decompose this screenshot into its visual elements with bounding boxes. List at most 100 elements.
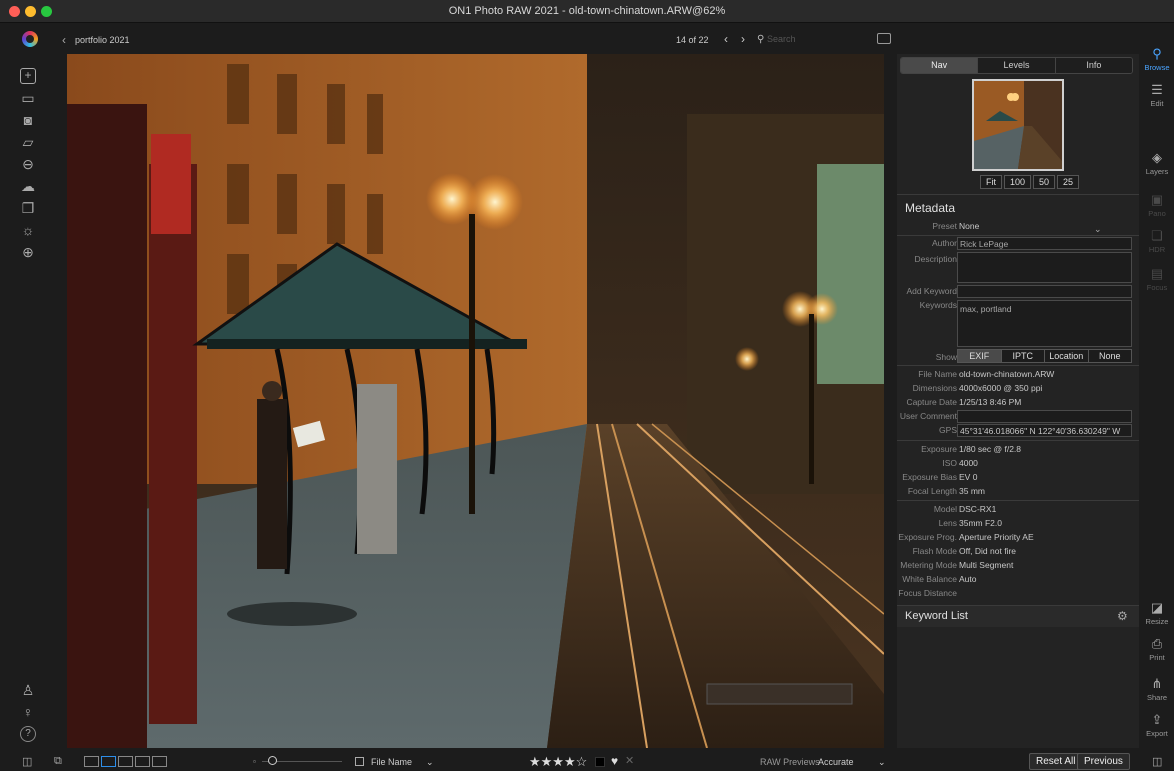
show-iptc-button[interactable]: IPTC — [1000, 350, 1044, 362]
sort-dropdown[interactable]: File Name — [371, 757, 412, 767]
compare-icon[interactable]: ⧉ — [54, 755, 62, 768]
sort-checkbox[interactable] — [355, 757, 364, 766]
description-label: Description — [914, 254, 957, 264]
keyword-list-header[interactable]: Keyword List ⚙ — [897, 605, 1139, 627]
module-pano[interactable]: ▣ Pano — [1140, 192, 1174, 218]
album-breadcrumb[interactable]: portfolio 2021 — [75, 35, 130, 45]
model-label: Model — [933, 504, 957, 514]
keyword-list-title: Keyword List — [905, 610, 968, 622]
next-photo-icon[interactable]: › — [741, 32, 745, 46]
zoom-100-button[interactable]: 100 — [1004, 175, 1032, 189]
previous-button[interactable]: Previous — [1077, 753, 1130, 770]
reset-all-button[interactable]: Reset All — [1029, 753, 1083, 770]
module-browse[interactable]: ⚲ Browse — [1140, 46, 1174, 72]
exposure-bias-label: Exposure Bias — [902, 472, 957, 482]
exposure-prog-row: Exposure Prog. Aperture Priority AE — [897, 531, 1139, 544]
folder-icon[interactable]: ▱ — [20, 134, 36, 150]
module-resize[interactable]: ◪ Resize — [1140, 600, 1174, 626]
raw-previews-dropdown[interactable]: Accurate — [818, 757, 854, 767]
module-layers[interactable]: ◈ Layers — [1140, 150, 1174, 176]
monitor-icon[interactable]: ▭ — [20, 90, 36, 106]
navigator-thumbnail[interactable] — [972, 79, 1064, 171]
user-comment-field[interactable] — [957, 410, 1132, 423]
drive-icon[interactable]: ⊖ — [20, 156, 36, 172]
divider — [897, 365, 1139, 366]
divider — [897, 440, 1139, 441]
reject-icon[interactable]: ✕ — [625, 754, 634, 767]
description-field[interactable] — [957, 252, 1132, 283]
add-folder-icon[interactable]: + — [20, 68, 36, 84]
zoom-50-button[interactable]: 50 — [1033, 175, 1056, 189]
module-print[interactable]: ⎙ Print — [1140, 636, 1174, 662]
focal-length-value: 35 mm — [959, 486, 985, 496]
chevron-down-icon[interactable]: ⌄ — [1094, 224, 1102, 235]
heart-icon[interactable]: ♥ — [611, 754, 618, 768]
module-label: Export — [1146, 729, 1168, 738]
exposure-prog-label: Exposure Prog. — [898, 532, 957, 542]
show-segmented-control: EXIF IPTC Location None — [957, 349, 1132, 363]
map-view-button[interactable] — [152, 756, 167, 767]
preset-dropdown[interactable]: None — [959, 221, 979, 231]
color-label-swatch[interactable] — [595, 757, 605, 767]
filter-icon[interactable]: ☼ — [20, 222, 36, 238]
filmstrip-view-button[interactable] — [118, 756, 133, 767]
panel-toggle-icon[interactable] — [877, 33, 891, 44]
add-keyword-label: Add Keyword — [906, 286, 957, 296]
chevron-down-icon[interactable]: ⌄ — [878, 757, 886, 768]
slider-handle[interactable] — [268, 756, 277, 765]
sliders-icon: ☰ — [1151, 82, 1163, 97]
focus-distance-row: Focus Distance — [897, 587, 1139, 600]
module-export[interactable]: ⇪ Export — [1140, 712, 1174, 738]
detail-view-button[interactable] — [101, 756, 116, 767]
compare-view-button[interactable] — [135, 756, 150, 767]
extras-icon[interactable]: ♙ — [20, 682, 36, 698]
preset-label: Preset — [932, 221, 957, 231]
tab-nav[interactable]: Nav — [901, 58, 978, 73]
capture-date-row: Capture Date 1/25/13 8:46 PM — [897, 396, 1139, 409]
exposure-row: Exposure 1/80 sec @ f/2.8 — [897, 443, 1139, 456]
gear-icon[interactable]: ⚙ — [1117, 609, 1128, 623]
compass-icon[interactable]: ⊕ — [20, 244, 36, 260]
show-location-button[interactable]: Location — [1044, 350, 1088, 362]
tab-info[interactable]: Info — [1054, 58, 1132, 73]
chevron-down-icon[interactable]: ⌄ — [426, 757, 434, 768]
albums-icon[interactable]: ❐ — [20, 200, 36, 216]
on1-logo-icon[interactable] — [22, 31, 38, 47]
grid-view-button[interactable] — [84, 756, 99, 767]
previous-photo-icon[interactable]: ‹ — [724, 32, 728, 46]
file-name-label: File Name — [918, 369, 957, 379]
gps-field[interactable]: 45°31'46.018066" N 122°40'36.630249" W — [957, 424, 1132, 437]
author-label: Author — [931, 238, 957, 248]
add-keyword-field[interactable] — [957, 285, 1132, 298]
show-none-button[interactable]: None — [1087, 350, 1131, 362]
star-rating[interactable]: ★★★★☆ — [529, 754, 587, 770]
window-title: ON1 Photo RAW 2021 - old-town-chinatown.… — [448, 5, 726, 17]
panel-toggle-icon[interactable]: ◫ — [1152, 755, 1162, 768]
lens-value: 35mm F2.0 — [959, 518, 1002, 528]
capture-date-value: 1/25/13 8:46 PM — [959, 397, 1022, 407]
module-label: Layers — [1145, 167, 1169, 176]
preset-row: Preset None — [897, 220, 1139, 233]
module-bar: ⚲ Browse ☰ Edit ◈ Layers ▣ Pano ❏ HDR ▤ … — [1140, 40, 1174, 750]
keywords-field[interactable]: max, portland — [957, 300, 1132, 347]
account-icon[interactable]: ♀ — [20, 704, 36, 720]
back-chevron-icon[interactable]: ‹ — [62, 33, 66, 47]
cloud-icon[interactable]: ☁ — [20, 178, 36, 194]
author-field[interactable]: Rick LePage — [957, 237, 1132, 250]
zoom-fit-button[interactable]: Fit — [980, 175, 1002, 189]
module-focus[interactable]: ▤ Focus — [1140, 266, 1174, 292]
camera-icon[interactable]: ◙ — [20, 112, 36, 128]
dimensions-value: 4000x6000 @ 350 ppi — [959, 383, 1043, 393]
search-input[interactable] — [767, 31, 859, 47]
module-hdr[interactable]: ❏ HDR — [1140, 228, 1174, 254]
module-edit[interactable]: ☰ Edit — [1140, 82, 1174, 108]
module-share[interactable]: ⋔ Share — [1140, 676, 1174, 702]
tab-levels[interactable]: Levels — [977, 58, 1055, 73]
printer-icon: ⎙ — [1151, 636, 1163, 651]
sidebar-toggle-icon[interactable]: ◫ — [22, 755, 32, 768]
show-exif-button[interactable]: EXIF — [958, 350, 1001, 362]
help-icon[interactable]: ? — [20, 726, 36, 742]
zoom-25-button[interactable]: 25 — [1057, 175, 1080, 189]
main-photo[interactable] — [67, 54, 884, 748]
exposure-value: 1/80 sec @ f/2.8 — [959, 444, 1022, 454]
